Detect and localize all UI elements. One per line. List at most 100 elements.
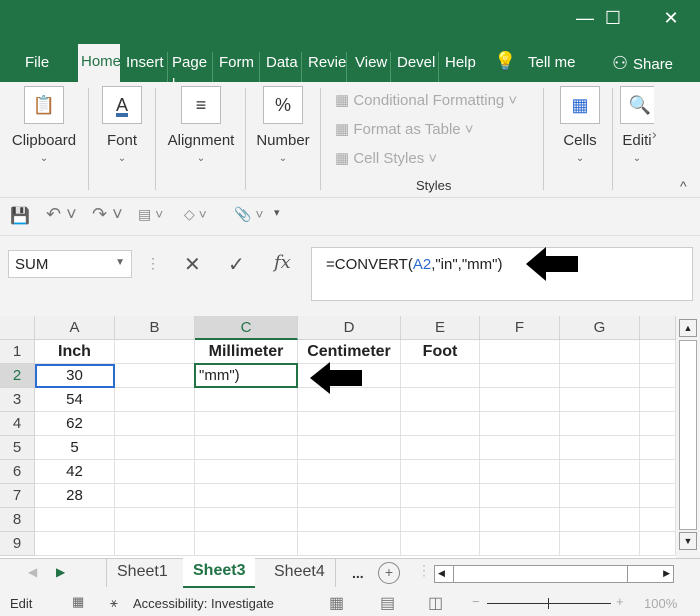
cell-d5[interactable]	[298, 436, 401, 460]
row-header-3[interactable]: 3	[0, 388, 35, 412]
page-break-view-icon[interactable]: ◫	[428, 593, 443, 613]
horizontal-scrollbar[interactable]: ◀ ▶	[434, 565, 674, 583]
tab-review[interactable]: Revie	[305, 52, 347, 82]
column-header-c[interactable]: C	[195, 316, 298, 340]
cell-h2[interactable]	[640, 364, 676, 388]
attach-icon[interactable]: 📎 ˅	[234, 206, 264, 223]
macro-icon[interactable]: ▦	[72, 594, 84, 610]
cell-h8[interactable]	[640, 508, 676, 532]
tab-formulas[interactable]: Form	[216, 52, 260, 82]
column-header-f[interactable]: F	[480, 316, 560, 340]
undo-icon[interactable]: ↶ ˅	[46, 204, 77, 225]
number-group[interactable]: % Number ⌄	[250, 86, 316, 164]
new-sheet-button[interactable]: +	[378, 562, 400, 584]
sheet-tab-sheet1[interactable]: Sheet1	[106, 559, 178, 587]
zoom-in-button[interactable]: +	[616, 594, 624, 609]
cell-e4[interactable]	[401, 412, 480, 436]
cell-b4[interactable]	[115, 412, 195, 436]
cell-g2[interactable]	[560, 364, 640, 388]
ribbon-scroll-right[interactable]: ›	[652, 126, 657, 142]
cell-d6[interactable]	[298, 460, 401, 484]
cell-a5[interactable]: 5	[35, 436, 115, 460]
sheet-tab-sheet3[interactable]: Sheet3	[183, 558, 256, 588]
column-header-h[interactable]	[640, 316, 676, 340]
cell-b8[interactable]	[115, 508, 195, 532]
cell-d1[interactable]: Centimeter	[298, 340, 401, 364]
formula-bar-menu[interactable]: ⋮	[146, 255, 160, 272]
row-header-9[interactable]: 9	[0, 532, 35, 556]
cell-d9[interactable]	[298, 532, 401, 556]
cell-e8[interactable]	[401, 508, 480, 532]
cell-g6[interactable]	[560, 460, 640, 484]
cell-c5[interactable]	[195, 436, 298, 460]
zoom-out-button[interactable]: −	[472, 594, 480, 609]
conditional-formatting-button[interactable]: ▦ Conditional Formatting ˅	[335, 91, 517, 109]
cell-c8[interactable]	[195, 508, 298, 532]
cell-a9[interactable]	[35, 532, 115, 556]
row-header-5[interactable]: 5	[0, 436, 35, 460]
cell-b2[interactable]	[115, 364, 195, 388]
cell-c9[interactable]	[195, 532, 298, 556]
collapse-ribbon-button[interactable]: ^	[680, 178, 687, 194]
cell-h3[interactable]	[640, 388, 676, 412]
cell-f2[interactable]	[480, 364, 560, 388]
cell-f6[interactable]	[480, 460, 560, 484]
tell-me-search[interactable]: Tell me	[528, 54, 576, 71]
cell-e3[interactable]	[401, 388, 480, 412]
tab-page-layout[interactable]: Page l	[169, 52, 213, 82]
cell-b3[interactable]	[115, 388, 195, 412]
cell-g5[interactable]	[560, 436, 640, 460]
clipboard-group[interactable]: 📋 Clipboard ⌄	[4, 86, 84, 164]
cell-a4[interactable]: 62	[35, 412, 115, 436]
tab-view[interactable]: View	[352, 52, 392, 82]
row-header-4[interactable]: 4	[0, 412, 35, 436]
minimize-button[interactable]: —	[570, 8, 600, 29]
alignment-group[interactable]: ≡ Alignment ⌄	[160, 86, 242, 164]
cell-h7[interactable]	[640, 484, 676, 508]
cell-f9[interactable]	[480, 532, 560, 556]
tab-file[interactable]: File	[22, 52, 52, 82]
cell-c1[interactable]: Millimeter	[195, 340, 298, 364]
column-header-e[interactable]: E	[401, 316, 480, 340]
share-button[interactable]: Share	[633, 56, 673, 73]
close-button[interactable]: ✕	[656, 8, 686, 29]
accessibility-status[interactable]: Accessibility: Investigate	[133, 596, 274, 611]
zoom-level[interactable]: 100%	[644, 596, 677, 611]
cell-e9[interactable]	[401, 532, 480, 556]
cell-h1[interactable]	[640, 340, 676, 364]
print-preview-icon[interactable]: ▤ ˅	[138, 206, 163, 223]
column-header-a[interactable]: A	[35, 316, 115, 340]
cell-a8[interactable]	[35, 508, 115, 532]
name-box[interactable]: SUM ▼	[8, 250, 132, 278]
cells-group[interactable]: ▦ Cells ⌄	[552, 86, 608, 164]
cell-d8[interactable]	[298, 508, 401, 532]
cell-c3[interactable]	[195, 388, 298, 412]
row-header-2[interactable]: 2	[0, 364, 35, 388]
cell-g4[interactable]	[560, 412, 640, 436]
cell-f5[interactable]	[480, 436, 560, 460]
more-sheets-button[interactable]: ...	[352, 565, 364, 581]
cell-a1[interactable]: Inch	[35, 340, 115, 364]
active-cell-c2[interactable]	[194, 363, 298, 388]
cell-e6[interactable]	[401, 460, 480, 484]
column-header-g[interactable]: G	[560, 316, 640, 340]
cell-a3[interactable]: 54	[35, 388, 115, 412]
column-header-d[interactable]: D	[298, 316, 401, 340]
cell-g9[interactable]	[560, 532, 640, 556]
cell-g1[interactable]	[560, 340, 640, 364]
maximize-button[interactable]: ☐	[598, 8, 628, 29]
vertical-scrollbar[interactable]: ▲ ▼	[676, 316, 700, 558]
tab-home[interactable]: Home	[78, 44, 120, 82]
cell-b9[interactable]	[115, 532, 195, 556]
cell-e2[interactable]	[401, 364, 480, 388]
cell-h4[interactable]	[640, 412, 676, 436]
cell-b1[interactable]	[115, 340, 195, 364]
cell-e5[interactable]	[401, 436, 480, 460]
cell-f4[interactable]	[480, 412, 560, 436]
row-header-8[interactable]: 8	[0, 508, 35, 532]
cell-c7[interactable]	[195, 484, 298, 508]
cell-c6[interactable]	[195, 460, 298, 484]
cancel-icon[interactable]: ✕	[184, 252, 201, 277]
cell-f3[interactable]	[480, 388, 560, 412]
column-header-b[interactable]: B	[115, 316, 195, 340]
